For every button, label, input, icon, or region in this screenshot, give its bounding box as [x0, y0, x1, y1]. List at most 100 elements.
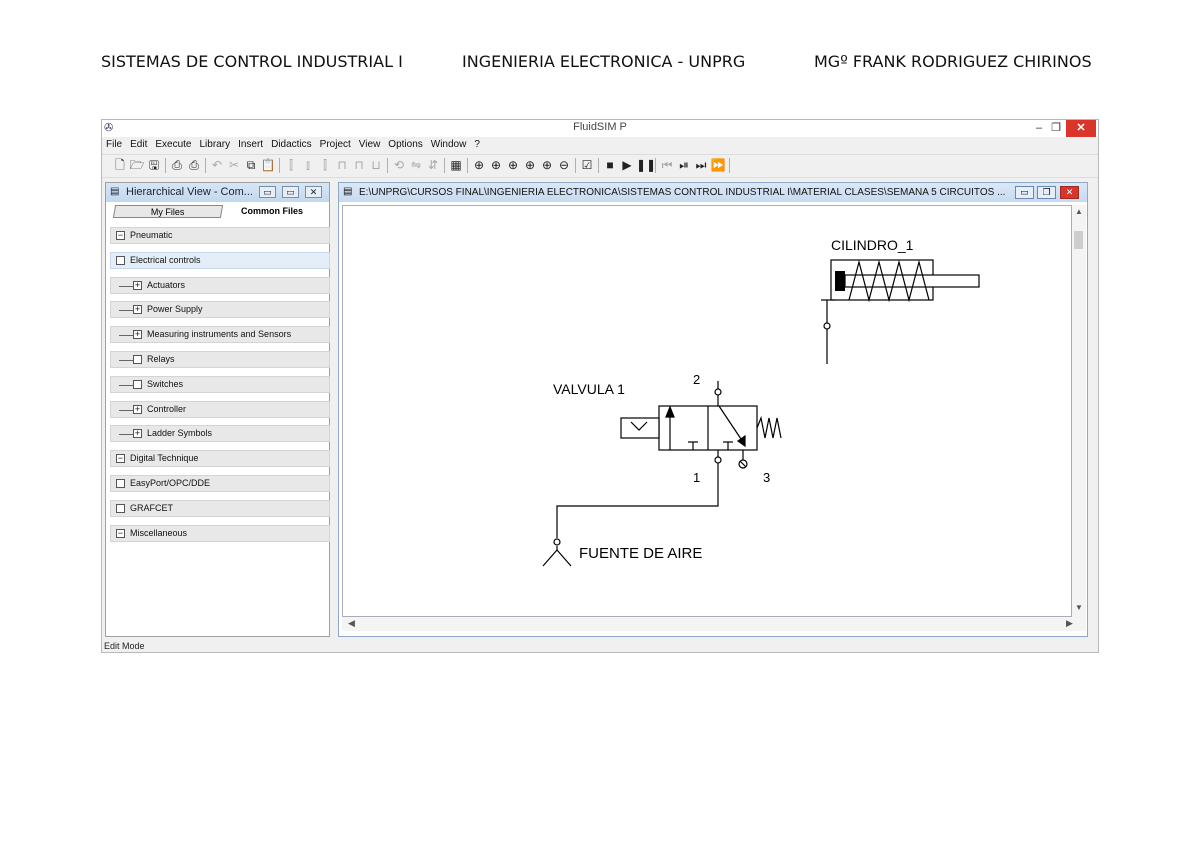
single-step-icon[interactable]: ⏯ — [676, 157, 692, 173]
tree-item[interactable]: − Digital Technique — [110, 450, 330, 468]
grid-icon[interactable]: ▦ — [448, 157, 464, 173]
tree-item[interactable]: + Actuators — [110, 276, 330, 294]
document-restore-button[interactable]: ❐ — [1037, 186, 1056, 199]
zoom-window-icon[interactable]: ⊕ — [505, 157, 521, 173]
folder-checkbox-icon[interactable] — [116, 503, 125, 513]
panel-minimize-button[interactable]: ▭ — [259, 186, 276, 198]
tree-item[interactable]: + Ladder Symbols — [110, 425, 330, 443]
folder-checkbox-icon[interactable] — [133, 379, 142, 389]
tab-common-files[interactable]: Common Files — [222, 205, 322, 218]
tree-item[interactable]: + Controller — [110, 400, 330, 418]
panel-title-bar[interactable]: ▤ Hierarchical View - Com... ▭ ▭ ✕ — [106, 183, 329, 202]
align-center-icon[interactable]: ⫾ — [300, 157, 316, 173]
open-folder-icon[interactable]: 🗁 — [129, 157, 145, 173]
menu-didactics[interactable]: Didactics — [267, 138, 316, 152]
zoom-in-icon[interactable]: ⊕ — [539, 157, 555, 173]
mirror-icon[interactable]: ⇋ — [408, 157, 424, 173]
expand-icon[interactable]: + — [133, 280, 142, 290]
expand-icon[interactable]: + — [133, 429, 142, 439]
menu-view[interactable]: View — [355, 138, 385, 152]
collapse-icon[interactable]: − — [116, 454, 125, 464]
folder-checkbox-icon[interactable] — [116, 255, 125, 265]
flip-icon[interactable]: ⇵ — [425, 157, 441, 173]
menu-help[interactable]: ? — [470, 138, 484, 152]
menu-edit[interactable]: Edit — [126, 138, 151, 152]
zoom-original-icon[interactable]: ⊕ — [471, 157, 487, 173]
save-icon[interactable]: 🖫 — [146, 157, 162, 173]
menu-file[interactable]: File — [102, 138, 126, 152]
tree-connector — [119, 310, 133, 312]
horizontal-scrollbar[interactable]: ◀ ▶ — [342, 617, 1086, 631]
menu-insert[interactable]: Insert — [234, 138, 267, 152]
document-close-button[interactable]: ✕ — [1060, 186, 1079, 199]
tree-item[interactable]: Electrical controls — [110, 251, 330, 269]
print-preview-icon[interactable]: ⎙ — [186, 157, 202, 173]
menu-execute[interactable]: Execute — [151, 138, 195, 152]
library-tabs: My Files Common Files — [106, 203, 329, 220]
scroll-up-icon[interactable]: ▲ — [1072, 207, 1086, 216]
zoom-circuit-icon[interactable]: ⊕ — [488, 157, 504, 173]
folder-checkbox-icon[interactable] — [116, 479, 125, 488]
tree-item[interactable]: GRAFCET — [110, 499, 330, 517]
air-supply-symbol[interactable] — [542, 538, 572, 567]
scroll-thumb[interactable] — [1074, 231, 1083, 249]
reset-icon[interactable]: ⏮ — [659, 157, 675, 173]
document-minimize-button[interactable]: ▭ — [1015, 186, 1034, 199]
collapse-icon[interactable]: − — [116, 231, 125, 240]
panel-close-button[interactable]: ✕ — [305, 186, 322, 198]
tree-item[interactable]: Relays — [110, 351, 330, 368]
restore-button[interactable]: ❐ — [1048, 120, 1064, 137]
document-title-bar[interactable]: ▤ E:\UNPRG\CURSOS FINAL\INGENIERIA ELECT… — [339, 183, 1087, 202]
check-drawing-icon[interactable]: ☑ — [579, 157, 595, 173]
align-middle-icon[interactable]: ⊓ — [351, 157, 367, 173]
menu-window[interactable]: Window — [427, 138, 471, 152]
tree-item[interactable]: − Miscellaneous — [110, 524, 330, 542]
title-bar[interactable]: ✇ FluidSIM P – ❐ ✕ — [102, 120, 1098, 137]
scroll-down-icon[interactable]: ▼ — [1072, 603, 1086, 612]
zoom-previous-icon[interactable]: ⊕ — [522, 157, 538, 173]
folder-checkbox-icon[interactable] — [133, 355, 142, 364]
copy-icon[interactable]: ⧉ — [243, 157, 259, 173]
paste-icon[interactable]: 📋 — [260, 157, 276, 173]
circuit-canvas[interactable]: CILINDRO_1 VALVULA 1 2 1 3 FUENTE DE AIR… — [342, 205, 1072, 617]
tree-item[interactable]: Switches — [110, 375, 330, 393]
valve-symbol[interactable] — [620, 381, 782, 482]
print-icon[interactable]: ⎙ — [169, 157, 185, 173]
expand-icon[interactable]: + — [133, 404, 142, 414]
expand-icon[interactable]: + — [133, 330, 142, 340]
zoom-out-icon[interactable]: ⊖ — [556, 157, 572, 173]
cylinder-symbol[interactable] — [821, 259, 980, 364]
new-file-icon[interactable]: 🗋 — [112, 157, 128, 173]
cut-icon[interactable]: ✂ — [226, 157, 242, 173]
align-top-icon[interactable]: ⊓ — [334, 157, 350, 173]
tree-connector — [119, 360, 133, 361]
tree-item[interactable]: EasyPort/OPC/DDE — [110, 475, 330, 492]
tree-connector — [119, 409, 133, 411]
menu-library[interactable]: Library — [196, 138, 235, 152]
undo-icon[interactable]: ↶ — [209, 157, 225, 173]
scroll-left-icon[interactable]: ◀ — [348, 618, 355, 629]
vertical-scrollbar[interactable]: ▲ ▼ — [1072, 205, 1086, 617]
tab-my-files[interactable]: My Files — [112, 205, 224, 218]
scroll-right-icon[interactable]: ▶ — [1066, 618, 1073, 629]
close-button[interactable]: ✕ — [1066, 120, 1096, 137]
menu-project[interactable]: Project — [316, 138, 355, 152]
stop-icon[interactable]: ■ — [602, 157, 618, 173]
pause-icon[interactable]: ❚❚ — [636, 157, 656, 173]
align-left-icon[interactable]: ⫿ — [283, 157, 299, 173]
align-right-icon[interactable]: ⫿ — [317, 157, 333, 173]
tree-item[interactable]: − Pneumatic — [110, 227, 330, 244]
collapse-icon[interactable]: − — [116, 528, 125, 538]
tree-item[interactable]: + Measuring instruments and Sensors — [110, 326, 330, 344]
step-to-end-icon[interactable]: ⏭ — [693, 157, 709, 173]
rotate-icon[interactable]: ⟲ — [391, 157, 407, 173]
supply-line[interactable] — [556, 482, 719, 538]
align-bottom-icon[interactable]: ⊔ — [368, 157, 384, 173]
menu-options[interactable]: Options — [384, 138, 426, 152]
tree-item[interactable]: + Power Supply — [110, 301, 330, 319]
start-icon[interactable]: ▶ — [619, 157, 635, 173]
minimize-button[interactable]: – — [1031, 120, 1047, 137]
expand-icon[interactable]: + — [133, 305, 142, 315]
panel-restore-button[interactable]: ▭ — [282, 186, 299, 198]
fast-forward-icon[interactable]: ⏩ — [710, 157, 726, 173]
